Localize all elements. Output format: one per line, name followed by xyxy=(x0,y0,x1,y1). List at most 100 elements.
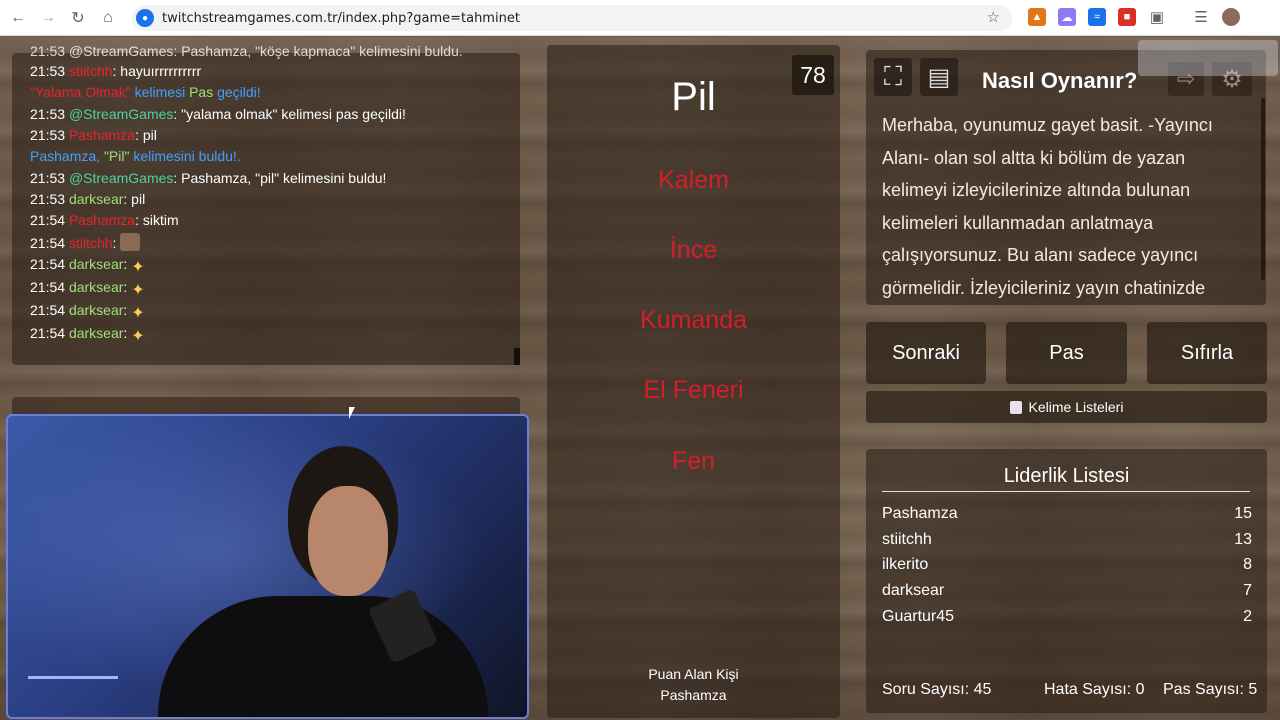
leaderboard-row: ilkerito 8 xyxy=(882,556,1252,574)
metamask-icon[interactable]: ▲ xyxy=(1028,8,1046,26)
chat-message: 21:54 stiitchh: xyxy=(30,233,141,251)
media-control-icon[interactable]: ☰ xyxy=(1192,8,1210,26)
next-button[interactable]: Sonraki xyxy=(866,322,986,384)
chat-username: darksear xyxy=(68,279,124,295)
chat-line-partial: 21:53 @StreamGames: Pashamza, "köşe kapm… xyxy=(30,43,463,59)
chat-text: : xyxy=(123,256,128,272)
person-face xyxy=(308,486,388,596)
howto-title: Nasıl Oynanır? xyxy=(982,68,1138,93)
document-icon[interactable]: ▤ xyxy=(920,58,958,96)
leaderboard-row: Pashamza 15 xyxy=(882,505,1252,523)
chat-text: : pil xyxy=(123,191,146,207)
chat-message: 21:53 Pashamza: pil xyxy=(30,127,157,143)
leaderboard-panel xyxy=(866,449,1267,713)
player-score: 2 xyxy=(1243,608,1252,625)
chat-timestamp: 21:53 xyxy=(30,63,66,79)
back-icon[interactable]: ← xyxy=(3,3,33,33)
home-icon[interactable]: ⌂ xyxy=(93,3,123,33)
chat-message: 21:53 @StreamGames: "yalama olmak" kelim… xyxy=(30,106,406,122)
chat-message: 21:54 darksear: ✦ xyxy=(30,302,151,322)
chat-username: @StreamGames xyxy=(68,106,174,122)
chat-text: : Pashamza, "pil" kelimesini buldu! xyxy=(173,170,387,186)
player-name: darksear xyxy=(882,582,945,599)
chat-scrollbar[interactable] xyxy=(514,348,520,365)
chat-message: 21:54 darksear: ✦ xyxy=(30,256,151,276)
notice-word: "Pil" xyxy=(103,148,130,164)
leaderboard-title: Liderlik Listesi xyxy=(1003,465,1130,487)
forbidden-word: Kalem xyxy=(658,166,729,194)
chat-text: : hayuırrrrrrrrrr xyxy=(112,63,202,79)
chat-timestamp: 21:54 xyxy=(30,235,66,251)
bookmark-star-icon[interactable]: ☆ xyxy=(987,8,1000,26)
chat-timestamp: 21:54 xyxy=(30,279,66,295)
notice-pas: Pas xyxy=(189,84,214,100)
fullscreen-icon[interactable]: ⛶ xyxy=(874,58,912,96)
pdf-extension-icon[interactable]: ■ xyxy=(1118,8,1136,26)
chat-username: darksear xyxy=(68,325,124,341)
chat-text: : xyxy=(123,279,128,295)
leaderboard-row: darksear 7 xyxy=(882,582,1252,600)
error-count: Hata Sayısı: 0 xyxy=(1044,681,1145,698)
player-score: 13 xyxy=(1234,531,1252,548)
chat-timestamp: 21:54 xyxy=(30,325,66,341)
forward-icon[interactable]: → xyxy=(33,3,63,33)
clap-emote-icon: ✦ xyxy=(131,282,145,299)
notice-end: geçildi! xyxy=(213,84,261,100)
chat-username: darksear xyxy=(68,256,124,272)
chat-timestamp: 21:53 xyxy=(30,170,66,186)
player-score: 8 xyxy=(1243,556,1252,573)
howto-text: Merhaba, oyunumuz gayet basit. -Yayıncı … xyxy=(882,115,1213,298)
chat-message: 21:53 darksear: pil xyxy=(30,191,145,207)
overlay-widget xyxy=(1138,40,1278,76)
mouse-cursor-icon xyxy=(349,407,355,419)
player-score: 7 xyxy=(1243,582,1252,599)
extension-wave-icon[interactable]: ≈ xyxy=(1088,8,1106,26)
chat-message: 21:54 darksear: ✦ xyxy=(30,279,151,299)
profile-avatar[interactable] xyxy=(1222,8,1240,26)
address-bar[interactable]: ● twitchstreamgames.com.tr/index.php?gam… xyxy=(132,5,1012,31)
reload-icon[interactable]: ↻ xyxy=(63,3,93,33)
chat-message: 21:54 darksear: ✦ xyxy=(30,325,151,345)
chat-text: : xyxy=(123,302,128,318)
howto-scrollbar[interactable] xyxy=(1261,98,1265,280)
forbidden-word: İnce xyxy=(669,236,718,264)
player-name: Guartur45 xyxy=(882,608,955,625)
leaderboard-row: Guartur45 2 xyxy=(882,608,1252,626)
chat-timestamp: 21:53 xyxy=(30,127,66,143)
extension-cloud-icon[interactable]: ☁ xyxy=(1058,8,1076,26)
site-info-icon[interactable]: ● xyxy=(136,9,154,27)
chat-timestamp: 21:54 xyxy=(30,256,66,272)
word-lists-button[interactable]: Kelime Listeleri xyxy=(866,391,1267,423)
chat-username: darksear xyxy=(68,191,124,207)
clap-emote-icon: ✦ xyxy=(131,259,145,276)
chat-message: 21:54 Pashamza: siktim xyxy=(30,212,179,228)
question-count: Soru Sayısı: 45 xyxy=(882,681,992,698)
clap-emote-icon: ✦ xyxy=(131,328,145,345)
cat-emote-icon xyxy=(120,233,141,251)
scorer-name: Pashamza xyxy=(660,687,727,703)
chat-username: stiitchh xyxy=(68,235,113,251)
chat-text: : xyxy=(112,235,117,251)
pass-button[interactable]: Pas xyxy=(1006,322,1127,384)
leaderboard-divider xyxy=(882,491,1250,492)
chat-username: @StreamGames xyxy=(68,170,174,186)
chat-text: : siktim xyxy=(135,212,179,228)
extensions-puzzle-icon[interactable]: ▣ xyxy=(1148,8,1166,26)
chat-text: : "yalama olmak" kelimesi pas geçildi! xyxy=(173,106,406,122)
player-name: Pashamza xyxy=(882,505,958,522)
chat-text: : pil xyxy=(135,127,157,143)
notice-who: Pashamza, xyxy=(30,148,104,164)
reset-button[interactable]: Sıfırla xyxy=(1147,322,1267,384)
chat-timestamp: 21:53 xyxy=(30,106,66,122)
player-name: ilkerito xyxy=(882,556,929,573)
url-text[interactable]: twitchstreamgames.com.tr/index.php?game=… xyxy=(162,11,520,26)
target-word: Pil xyxy=(671,75,716,119)
chat-text: : xyxy=(123,325,128,341)
forbidden-word: Kumanda xyxy=(639,306,748,334)
forbidden-word: Fen xyxy=(671,447,716,475)
notepad-icon xyxy=(1009,400,1022,414)
chat-pass-notice: "Yalama Olmak" kelimesi Pas geçildi! xyxy=(30,84,261,100)
chat-timestamp: 21:54 xyxy=(30,302,66,318)
player-score: 15 xyxy=(1234,505,1252,522)
forbidden-word: El Feneri xyxy=(643,376,744,404)
